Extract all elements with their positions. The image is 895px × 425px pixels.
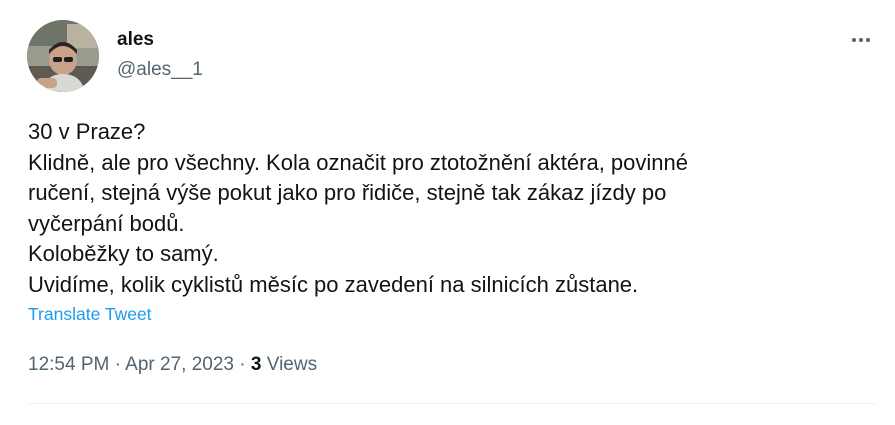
tweet-text: 30 v Praze? Klidně, ale pro všechny. Kol… [28, 117, 868, 300]
tweet-meta: 12:54 PM · Apr 27, 2023 · 3 Views [28, 352, 317, 378]
author-name[interactable]: ales [117, 28, 154, 52]
tweet-text-line: 30 v Praze? [28, 119, 146, 144]
more-horizontal-icon [852, 38, 870, 42]
tweet-date[interactable]: Apr 27, 2023 [125, 354, 234, 375]
tweet-time[interactable]: 12:54 PM [28, 354, 109, 375]
tweet-text-line: Uvidíme, kolik cyklistů měsíc po zaveden… [28, 271, 639, 297]
tweet-text-line: Klidně, ale pro všechny. Kola označit pr… [28, 149, 688, 175]
tweet-text-line: ručení, stejná výše pokut jako pro řidič… [28, 180, 667, 205]
tweet-text-line: vyčerpání bodů. [28, 210, 185, 236]
avatar[interactable] [27, 20, 99, 92]
views-count: 3 [250, 354, 262, 375]
views-label: Views [266, 354, 318, 375]
translate-tweet-link[interactable]: Translate Tweet [28, 302, 152, 326]
author-handle[interactable]: @ales__1 [117, 58, 203, 82]
tweet: ales @ales__1 30 v Praze? Klidně, ale pr… [0, 0, 895, 425]
more-options-button[interactable] [846, 30, 876, 50]
tweet-text-line: Koloběžky to samý. [28, 241, 219, 266]
meta-separator: · [233, 354, 251, 375]
meta-separator: · [109, 354, 126, 375]
divider [28, 403, 877, 404]
